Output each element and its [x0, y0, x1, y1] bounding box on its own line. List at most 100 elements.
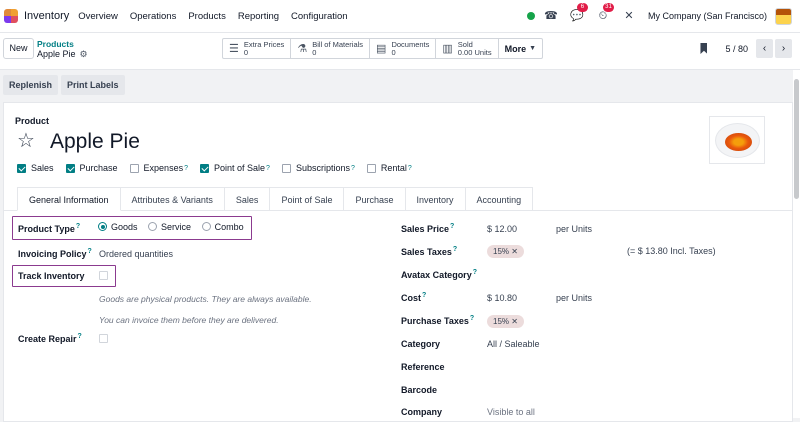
scrollbar-thumb[interactable]: [794, 79, 799, 199]
help-tooltip[interactable]: ?: [470, 315, 474, 322]
app-name[interactable]: Inventory: [24, 10, 69, 22]
star-icon[interactable]: ☆: [17, 130, 35, 152]
tab-inventory[interactable]: Inventory: [405, 187, 466, 211]
sold-button[interactable]: ▥ Sold 0.00 Units: [436, 39, 499, 58]
radio-goods[interactable]: Goods: [98, 222, 138, 232]
category-field[interactable]: All / Saleable: [487, 339, 540, 349]
radio-service[interactable]: Service: [148, 222, 191, 232]
point-of-sale-checkbox[interactable]: Point of Sale?: [199, 163, 270, 173]
gear-icon[interactable]: ⚙: [80, 49, 88, 59]
help-tooltip[interactable]: ?: [422, 292, 426, 299]
help-tooltip[interactable]: ?: [266, 165, 270, 172]
phone-icon[interactable]: ☎: [544, 9, 558, 23]
sales-price-label: Sales Price?: [401, 223, 454, 234]
create-repair-label: Create Repair?: [18, 333, 82, 344]
sales-label: Sales: [31, 163, 54, 173]
help-tooltip[interactable]: ?: [88, 248, 92, 255]
pager-previous-button[interactable]: ‹: [756, 39, 773, 58]
radio-goods-label: Goods: [111, 222, 138, 232]
chat-icon[interactable]: 💬 6: [570, 3, 588, 23]
menu-operations[interactable]: Operations: [130, 11, 176, 22]
menu-overview[interactable]: Overview: [78, 11, 118, 22]
sales-tax-tag[interactable]: 15% ✕: [487, 245, 524, 258]
help-tooltip[interactable]: ?: [351, 165, 355, 172]
pie-image: [725, 133, 752, 151]
cost-field[interactable]: $ 10.80: [487, 293, 517, 303]
track-inventory-label: Track Inventory: [18, 271, 85, 281]
radio-service-label: Service: [161, 222, 192, 232]
documents-title: Documents: [391, 39, 430, 49]
sales-taxes-label-text: Sales Taxes: [401, 247, 452, 257]
checkbox-unchecked: [129, 163, 139, 173]
bill-of-materials-button[interactable]: ⚗ Bill of Materials 0: [291, 39, 371, 58]
remove-tag-icon[interactable]: ✕: [511, 247, 518, 256]
purchase-tax-tag[interactable]: 15% ✕: [487, 315, 524, 328]
sold-value: 0.00 Units: [457, 47, 492, 57]
checkbox-checked: [199, 163, 209, 173]
menu-reporting[interactable]: Reporting: [238, 11, 279, 22]
help-tooltip[interactable]: ?: [184, 165, 188, 172]
expenses-checkbox[interactable]: Expenses?: [129, 163, 188, 173]
tab-sales[interactable]: Sales: [224, 187, 271, 211]
product-type-label: Product Type?: [18, 223, 80, 234]
track-inventory-checkbox[interactable]: [99, 271, 108, 280]
company-field[interactable]: Visible to all: [487, 407, 535, 417]
radio-combo-label: Combo: [214, 222, 244, 232]
documents-button[interactable]: ▤ Documents 0: [370, 39, 437, 58]
help-tooltip[interactable]: ?: [450, 223, 454, 230]
purchase-label: Purchase: [79, 163, 118, 173]
bom-title: Bill of Materials: [312, 39, 364, 49]
tab-purchase[interactable]: Purchase: [344, 187, 406, 211]
inventory-app-icon[interactable]: [4, 9, 18, 23]
rental-checkbox[interactable]: Rental?: [366, 163, 412, 173]
remove-tag-icon[interactable]: ✕: [511, 317, 518, 326]
tools-icon[interactable]: ✕: [622, 9, 636, 23]
sales-price-field[interactable]: $ 12.00: [487, 224, 517, 234]
bar-chart-icon: ▥: [442, 43, 453, 55]
list-icon: ☰: [229, 43, 239, 55]
tab-accounting[interactable]: Accounting: [465, 187, 534, 211]
documents-value: 0: [391, 47, 396, 57]
print-labels-button[interactable]: Print Labels: [61, 75, 125, 95]
pager-next-button[interactable]: ›: [775, 39, 792, 58]
goods-hint: Goods are physical products. They are al…: [99, 294, 312, 304]
product-name-field[interactable]: Apple Pie: [50, 130, 140, 154]
extra-prices-title: Extra Prices: [243, 39, 285, 49]
extra-prices-value: 0: [243, 47, 249, 57]
activity-badge: 31: [602, 3, 614, 12]
barcode-label: Barcode: [401, 385, 438, 395]
help-tooltip[interactable]: ?: [78, 333, 82, 340]
product-type-label-text: Product Type: [18, 224, 75, 234]
notebook-tabs: General Information Attributes & Variant…: [17, 187, 534, 211]
user-avatar[interactable]: [775, 7, 792, 25]
replenish-button[interactable]: Replenish: [3, 75, 59, 95]
company-switcher[interactable]: My Company (San Francisco): [648, 11, 767, 21]
help-tooltip[interactable]: ?: [76, 223, 80, 230]
product-image[interactable]: [709, 116, 765, 164]
tab-attributes-variants[interactable]: Attributes & Variants: [120, 187, 225, 211]
breadcrumb-products[interactable]: Products: [37, 39, 88, 49]
sales-checkbox[interactable]: Sales: [17, 163, 54, 173]
scrollbar[interactable]: [793, 70, 800, 418]
menu-configuration[interactable]: Configuration: [291, 11, 348, 22]
tab-general-information[interactable]: General Information: [17, 187, 121, 211]
help-tooltip[interactable]: ?: [453, 246, 457, 253]
bookmark-icon[interactable]: [700, 43, 708, 54]
subscriptions-checkbox[interactable]: Subscriptions?: [281, 163, 355, 173]
purchase-checkbox[interactable]: Purchase: [65, 163, 118, 173]
create-repair-checkbox[interactable]: [99, 334, 108, 343]
pager-value[interactable]: 5 / 80: [725, 44, 748, 54]
new-button[interactable]: New: [3, 38, 34, 59]
help-tooltip[interactable]: ?: [473, 269, 477, 276]
tab-point-of-sale[interactable]: Point of Sale: [270, 187, 345, 211]
checkbox-checked: [65, 163, 75, 173]
more-button[interactable]: More ▼: [499, 39, 542, 58]
menu-products[interactable]: Products: [188, 11, 226, 22]
radio-combo[interactable]: Combo: [201, 222, 244, 232]
clock-icon[interactable]: ⏲ 31: [596, 3, 614, 23]
extra-prices-button[interactable]: ☰ Extra Prices 0: [223, 39, 292, 58]
invoicing-policy-field[interactable]: Ordered quantities: [99, 249, 173, 259]
sales-tax-tag-label: 15%: [493, 247, 510, 256]
help-tooltip[interactable]: ?: [408, 165, 412, 172]
company-label: Company: [401, 407, 443, 417]
